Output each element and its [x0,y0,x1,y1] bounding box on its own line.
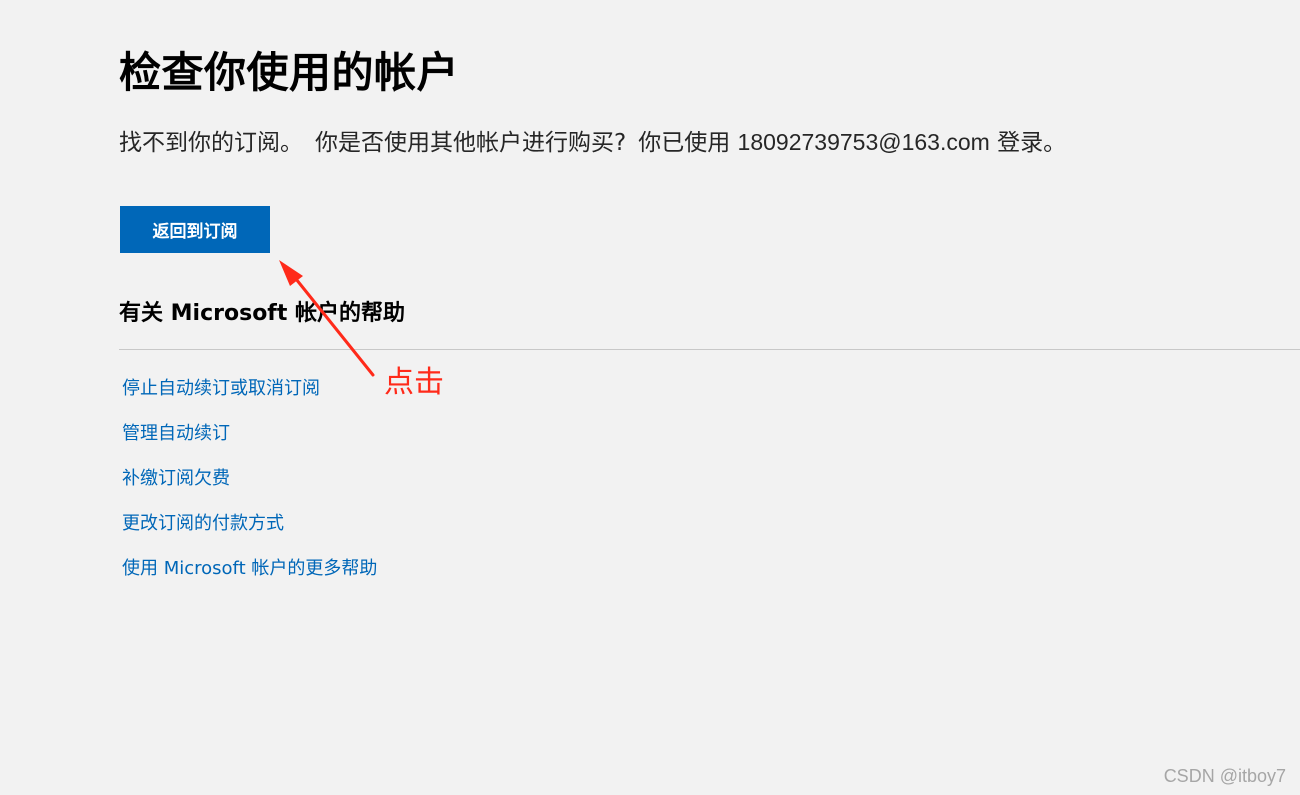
watermark: CSDN @itboy7 [1163,766,1286,786]
annotation-label: 点击 [384,365,444,400]
annotation-arrow-icon [279,260,375,377]
